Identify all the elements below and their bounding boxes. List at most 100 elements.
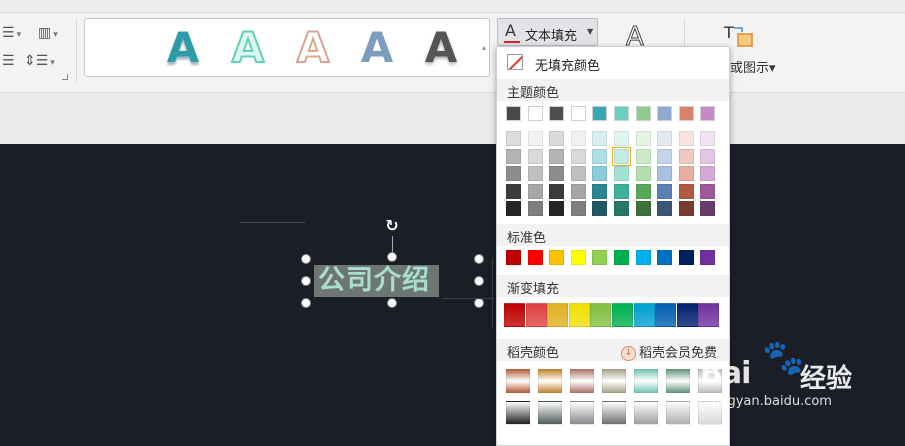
- theme-shade-swatch[interactable]: [678, 131, 694, 146]
- theme-shade-swatch[interactable]: [700, 183, 716, 199]
- theme-shade-swatch[interactable]: [657, 148, 673, 164]
- theme-color-swatch[interactable]: [527, 106, 543, 121]
- resize-handle-left[interactable]: [301, 276, 311, 286]
- gradient-fill-swatch[interactable]: [698, 303, 720, 327]
- theme-color-swatch[interactable]: [592, 106, 608, 121]
- standard-color-swatch[interactable]: [549, 250, 565, 265]
- text-fill-button[interactable]: A 文本填充 ▼: [497, 18, 598, 46]
- wordart-style-4[interactable]: A: [353, 23, 401, 73]
- docer-color-swatch[interactable]: [538, 369, 562, 393]
- theme-shade-swatch[interactable]: [506, 201, 521, 216]
- theme-shade-swatch[interactable]: [549, 166, 565, 181]
- theme-shade-swatch[interactable]: [657, 201, 673, 216]
- theme-shade-swatch[interactable]: [614, 131, 629, 146]
- theme-shade-swatch[interactable]: [592, 166, 608, 181]
- standard-color-swatch[interactable]: [614, 250, 629, 265]
- standard-color-swatch[interactable]: [700, 250, 716, 265]
- theme-shade-swatch[interactable]: [592, 131, 608, 146]
- theme-shade-swatch[interactable]: [614, 183, 629, 199]
- docer-color-swatch[interactable]: [666, 401, 690, 425]
- resize-handle-bottom[interactable]: [387, 298, 397, 308]
- theme-shade-swatch[interactable]: [506, 183, 521, 199]
- text-direction-icon[interactable]: ▥ ▾: [38, 24, 60, 42]
- gradient-fill-swatch[interactable]: [568, 303, 590, 327]
- docer-color-swatch[interactable]: [666, 369, 690, 393]
- bullets-icon[interactable]: ☰ ▾: [2, 24, 24, 42]
- docer-color-swatch[interactable]: [602, 369, 626, 393]
- theme-shade-swatch[interactable]: [678, 201, 694, 216]
- resize-handle-bottom-right[interactable]: [474, 298, 484, 308]
- theme-color-swatch[interactable]: [570, 106, 586, 121]
- theme-shade-swatch[interactable]: [527, 183, 543, 199]
- standard-color-swatch[interactable]: [635, 250, 651, 265]
- theme-color-swatch[interactable]: [549, 106, 565, 121]
- theme-shade-swatch[interactable]: [549, 148, 565, 164]
- gradient-fill-swatch[interactable]: [525, 303, 547, 327]
- docer-color-swatch[interactable]: [538, 401, 562, 425]
- docer-color-swatch[interactable]: [506, 369, 530, 393]
- docer-color-swatch[interactable]: [570, 369, 594, 393]
- theme-shade-swatch[interactable]: [570, 166, 586, 181]
- resize-handle-right[interactable]: [474, 276, 484, 286]
- theme-shade-swatch[interactable]: [527, 131, 543, 146]
- theme-shade-swatch[interactable]: [700, 166, 716, 181]
- standard-color-swatch[interactable]: [570, 250, 586, 265]
- theme-shade-swatch[interactable]: [678, 148, 694, 164]
- theme-shade-swatch[interactable]: [592, 148, 608, 164]
- theme-color-swatch[interactable]: [700, 106, 716, 121]
- chevron-down-icon[interactable]: ▼: [587, 27, 593, 36]
- theme-shade-swatch[interactable]: [527, 166, 543, 181]
- theme-shade-swatch[interactable]: [678, 183, 694, 199]
- theme-shade-swatch[interactable]: [614, 166, 629, 181]
- selected-text-box[interactable]: 公司介绍: [314, 265, 439, 297]
- theme-shade-swatch[interactable]: [549, 131, 565, 146]
- docer-color-swatch[interactable]: [570, 401, 594, 425]
- standard-color-swatch[interactable]: [678, 250, 694, 265]
- gallery-more-icon[interactable]: ▴▾: [478, 18, 490, 111]
- wordart-style-5[interactable]: A: [417, 23, 465, 73]
- theme-shade-swatch[interactable]: [570, 131, 586, 146]
- theme-color-swatch[interactable]: [657, 106, 673, 121]
- theme-shade-swatch[interactable]: [570, 148, 586, 164]
- resize-handle-top-left[interactable]: [301, 254, 311, 264]
- theme-shade-swatch[interactable]: [700, 131, 716, 146]
- align-icon[interactable]: ☰: [2, 52, 24, 70]
- gradient-fill-swatch[interactable]: [655, 303, 677, 327]
- theme-shade-swatch[interactable]: [506, 166, 521, 181]
- theme-shade-swatch[interactable]: [592, 201, 608, 216]
- theme-color-swatch[interactable]: [506, 106, 521, 121]
- docer-color-swatch[interactable]: [634, 369, 658, 393]
- theme-shade-swatch[interactable]: [635, 183, 651, 199]
- no-fill-option[interactable]: 无填充颜色: [497, 49, 729, 77]
- wordart-style-1[interactable]: A: [159, 23, 207, 73]
- theme-shade-swatch[interactable]: [700, 148, 716, 164]
- theme-shade-swatch[interactable]: [657, 183, 673, 199]
- gradient-fill-swatch[interactable]: [676, 303, 698, 327]
- resize-handle-bottom-left[interactable]: [301, 298, 311, 308]
- wordart-style-2[interactable]: A: [224, 22, 272, 73]
- theme-shade-swatch[interactable]: [700, 201, 716, 216]
- theme-shade-swatch[interactable]: [549, 183, 565, 199]
- theme-shade-swatch[interactable]: [614, 201, 629, 216]
- standard-color-swatch[interactable]: [506, 250, 521, 265]
- resize-handle-top[interactable]: [387, 252, 397, 262]
- theme-shade-swatch[interactable]: [657, 131, 673, 146]
- gradient-fill-swatch[interactable]: [612, 303, 633, 327]
- theme-shade-swatch[interactable]: [549, 201, 565, 216]
- theme-shade-swatch[interactable]: [657, 166, 673, 181]
- rotate-handle-icon[interactable]: ↻: [383, 217, 401, 235]
- standard-color-swatch[interactable]: [527, 250, 543, 265]
- gradient-fill-swatch[interactable]: [590, 303, 612, 327]
- docer-color-swatch[interactable]: [506, 401, 530, 425]
- gradient-fill-swatch[interactable]: [504, 303, 525, 327]
- wordart-style-gallery[interactable]: A A A A A: [84, 18, 490, 77]
- theme-color-swatch[interactable]: [635, 106, 651, 121]
- theme-shade-swatch[interactable]: [592, 183, 608, 199]
- wordart-style-3[interactable]: A: [289, 22, 337, 73]
- docer-color-swatch[interactable]: [602, 401, 626, 425]
- theme-shade-swatch[interactable]: [527, 148, 543, 164]
- theme-shade-swatch[interactable]: [635, 131, 651, 146]
- standard-color-swatch[interactable]: [657, 250, 673, 265]
- theme-shade-swatch[interactable]: [678, 166, 694, 181]
- gradient-fill-swatch[interactable]: [547, 303, 569, 327]
